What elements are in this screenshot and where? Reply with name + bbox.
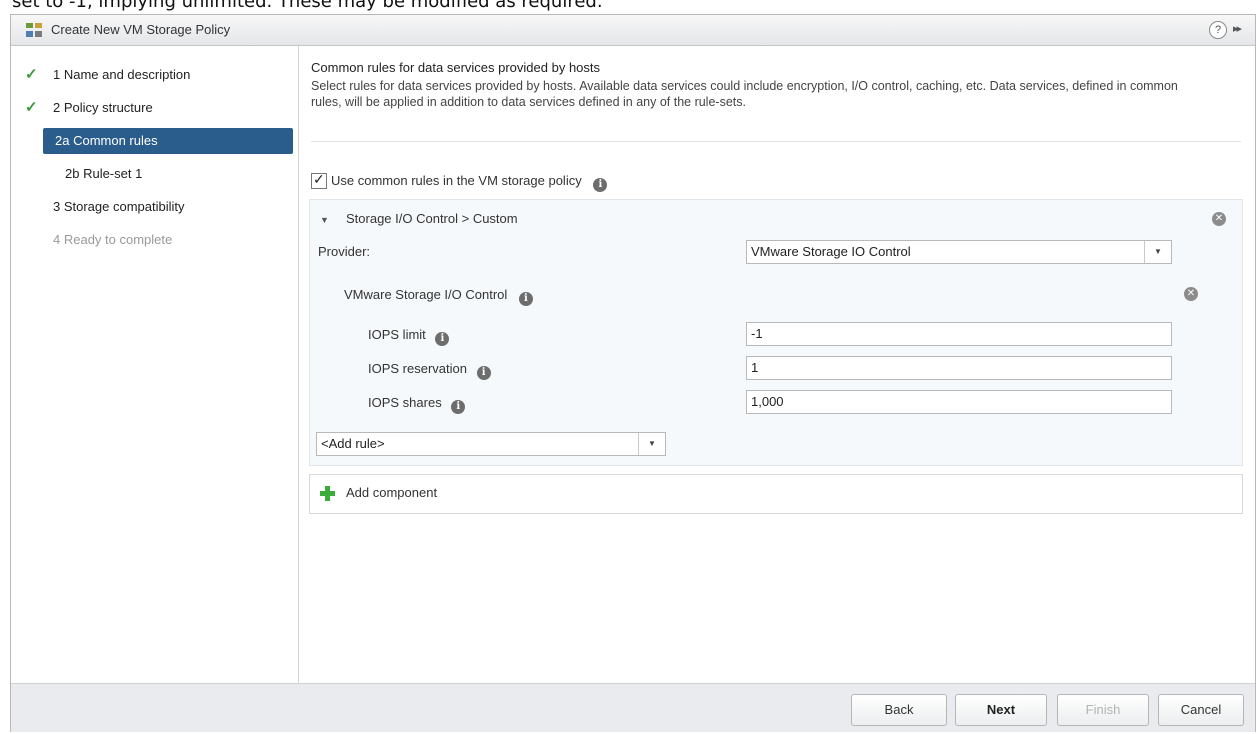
step-label: 2b Rule-set 1 [65,166,143,181]
add-component-label: Add component [346,485,438,500]
dialog-title: Create New VM Storage Policy [51,22,231,37]
section-description: Select rules for data services provided … [311,79,1178,109]
iops-reservation-input[interactable]: 1 [746,356,1172,380]
iops-shares-label: IOPS shares i [368,395,466,414]
storage-io-control-rule: ▼ Storage I/O Control > Custom ✕ Provide… [309,199,1243,466]
expand-icon[interactable]: ▸▸ [1233,22,1242,35]
iops-limit-label: IOPS limit i [368,327,450,346]
chevron-down-icon[interactable]: ▼ [638,433,665,455]
sub-rule-title: VMware Storage I/O Control i [344,287,533,306]
caption-text: set to -1, implying unlimited. These may… [12,0,603,12]
step-label: 3 Storage compatibility [53,199,185,214]
add-rule-select[interactable]: <Add rule> ▼ [316,432,666,456]
remove-component-icon[interactable]: ✕ [1184,287,1198,301]
step-rule-set-1[interactable]: 2b Rule-set 1 [11,160,298,188]
step-storage-compatibility[interactable]: 3 Storage compatibility [11,193,298,221]
checkmark-icon: ✓ [25,66,38,83]
chevron-down-icon[interactable]: ▼ [1144,241,1171,263]
use-common-rules-checkbox[interactable]: ✓ [311,171,327,189]
section-heading: Common rules for data services provided … [311,60,601,75]
provider-select[interactable]: VMware Storage IO Control ▼ [746,240,1172,264]
dialog-footer: Back Next Finish Cancel [11,683,1255,732]
provider-value: VMware Storage IO Control [751,244,911,259]
step-policy-structure[interactable]: ✓ 2 Policy structure [11,94,298,122]
rule-title: Storage I/O Control > Custom [346,211,518,226]
step-ready-to-complete: 4 Ready to complete [11,226,298,254]
checkmark-icon: ✓ [313,171,325,187]
next-button[interactable]: Next [955,694,1047,726]
step-label: 4 Ready to complete [53,232,173,247]
info-icon[interactable]: i [476,366,491,380]
add-rule-value: <Add rule> [321,436,385,451]
iops-limit-input[interactable]: -1 [746,322,1172,346]
title-bar: Create New VM Storage Policy ? ▸▸ [11,15,1255,46]
collapse-triangle-icon[interactable]: ▼ [320,215,329,225]
add-plus-icon [319,485,335,501]
add-component-button[interactable]: Add component [309,474,1243,514]
step-label: 2 Policy structure [53,100,153,115]
sub-rule-title-text: VMware Storage I/O Control [344,287,508,302]
checkbox-label-text: Use common rules in the VM storage polic… [331,173,582,188]
field-label-text: IOPS limit [368,327,426,342]
step-label: 2a Common rules [55,133,158,148]
step-name-and-description[interactable]: ✓ 1 Name and description [11,61,298,89]
wizard-steps-sidebar: ✓ 1 Name and description ✓ 2 Policy stru… [11,46,299,683]
iops-reservation-label: IOPS reservation i [368,361,491,380]
field-label-text: IOPS shares [368,395,442,410]
iops-shares-input[interactable]: 1,000 [746,390,1172,414]
finish-button: Finish [1057,694,1149,726]
back-button[interactable]: Back [851,694,947,726]
use-common-rules-label: Use common rules in the VM storage polic… [331,173,608,192]
question-circle-icon[interactable]: ? [1209,21,1227,39]
info-icon[interactable]: i [518,292,533,306]
storage-policy-icon [26,23,42,37]
step-common-rules[interactable]: 2a Common rules [11,127,298,155]
create-vm-storage-policy-dialog: Create New VM Storage Policy ? ▸▸ ✓ 1 Na… [10,14,1256,732]
remove-rule-icon[interactable]: ✕ [1212,212,1226,226]
checkmark-icon: ✓ [25,99,38,116]
step-label: 1 Name and description [53,67,191,82]
main-content: Common rules for data services provided … [299,46,1255,683]
header-divider [311,141,1241,142]
cancel-button[interactable]: Cancel [1158,694,1244,726]
field-label-text: IOPS reservation [368,361,467,376]
provider-label: Provider: [318,244,371,259]
info-icon[interactable]: i [435,332,450,346]
info-icon[interactable]: i [593,178,608,192]
info-icon[interactable]: i [451,400,466,414]
